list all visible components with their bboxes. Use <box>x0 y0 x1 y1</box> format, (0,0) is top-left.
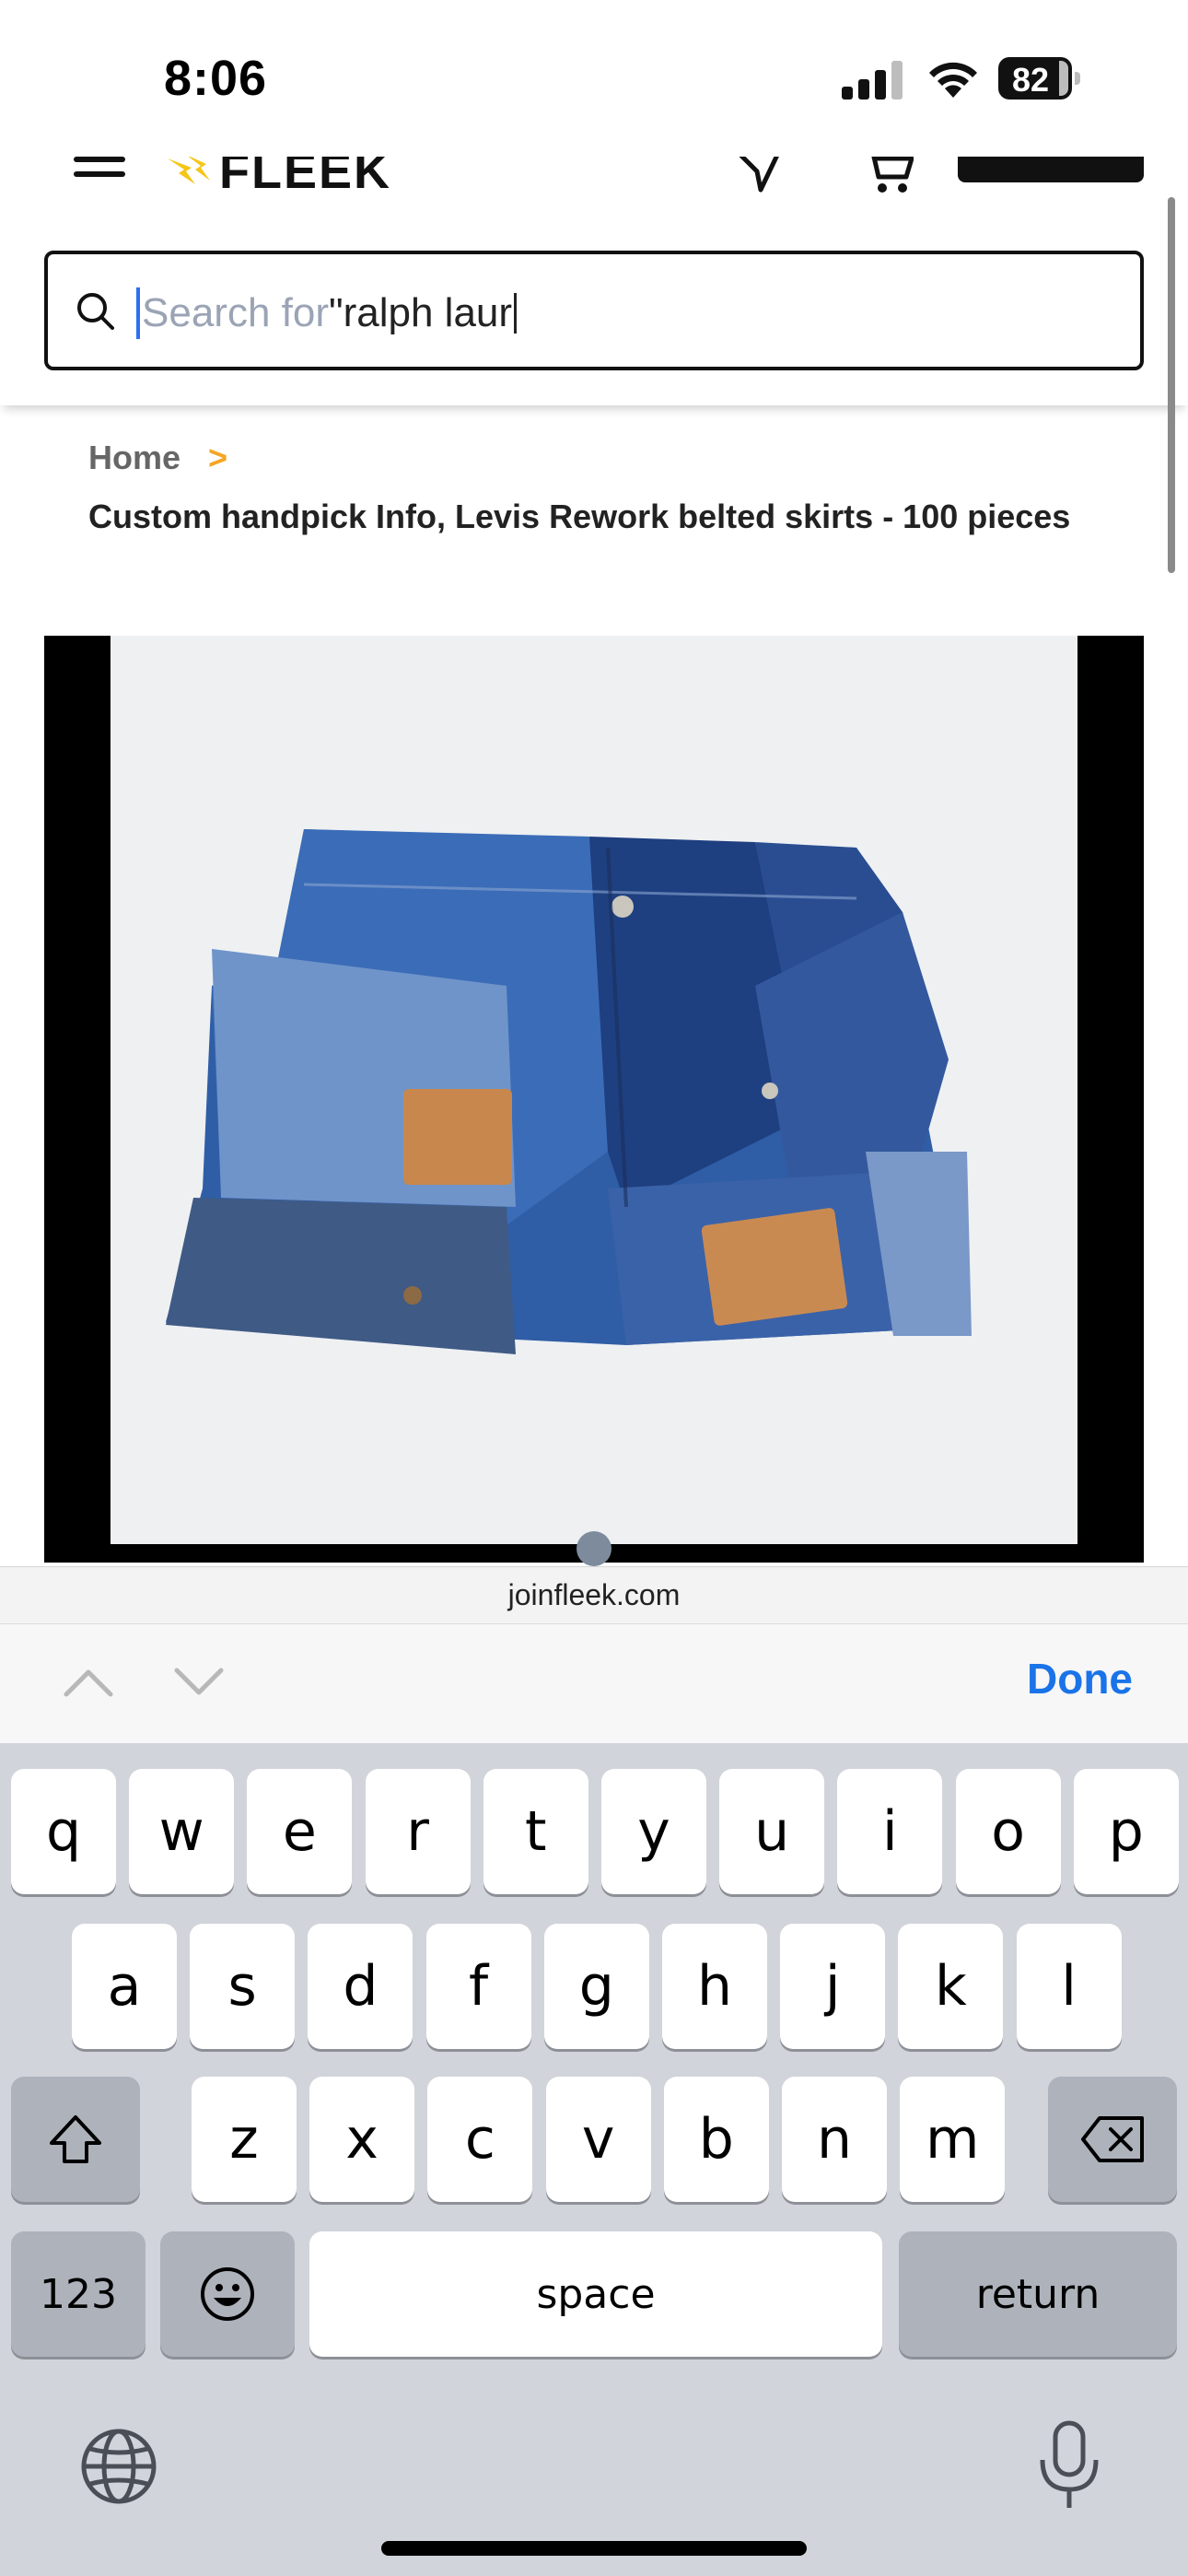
key-b[interactable]: b <box>663 2077 769 2202</box>
search-section: Search for "ralph laur <box>0 212 1188 405</box>
search-text[interactable]: Search for "ralph laur <box>136 286 518 341</box>
key-k[interactable]: k <box>898 1924 1004 2049</box>
key-j[interactable]: j <box>780 1924 886 2049</box>
done-button[interactable]: Done <box>1027 1654 1133 1704</box>
key-s[interactable]: s <box>190 1924 296 2049</box>
globe-icon[interactable] <box>77 2425 160 2508</box>
microphone-icon[interactable] <box>1035 2419 1103 2512</box>
text-cursor <box>136 287 140 339</box>
page-scrollbar[interactable] <box>1168 197 1175 573</box>
breadcrumb-home[interactable]: Home <box>88 439 181 477</box>
fleek-logo[interactable]: FLEEK <box>164 157 391 199</box>
key-m[interactable]: m <box>900 2077 1006 2202</box>
status-bar: 8:06 82 <box>0 0 1188 157</box>
delete-key[interactable] <box>1048 2077 1177 2202</box>
carousel-scrubber[interactable] <box>577 1531 611 1566</box>
search-typed-text: "ralph laur <box>328 290 513 335</box>
key-o[interactable]: o <box>955 1769 1061 1894</box>
keyboard-accessory-bar: Done <box>0 1623 1188 1743</box>
search-icon <box>77 293 114 330</box>
emoji-icon <box>201 2267 254 2321</box>
site-header: FLEEK Login <box>0 157 1188 212</box>
home-indicator[interactable] <box>381 2541 807 2556</box>
search-placeholder: Search for <box>142 290 329 335</box>
logo-text: FLEEK <box>219 157 392 199</box>
previous-field-icon[interactable] <box>61 1661 116 1702</box>
login-button[interactable]: Login <box>958 157 1144 182</box>
menu-icon[interactable] <box>74 157 125 184</box>
key-n[interactable]: n <box>782 2077 887 2202</box>
key-q[interactable]: q <box>11 1769 116 1894</box>
key-r[interactable]: r <box>365 1769 471 1894</box>
return-key[interactable]: return <box>899 2231 1177 2357</box>
key-v[interactable]: v <box>545 2077 651 2202</box>
shift-icon <box>50 2115 101 2163</box>
key-c[interactable]: c <box>427 2077 533 2202</box>
breadcrumb: Home > <box>88 439 227 477</box>
key-e[interactable]: e <box>247 1769 353 1894</box>
typed-cursor <box>514 293 518 334</box>
key-d[interactable]: d <box>308 1924 413 2049</box>
lightning-bolt-icon <box>168 157 210 184</box>
search-input[interactable]: Search for "ralph laur <box>44 251 1144 370</box>
key-g[interactable]: g <box>543 1924 649 2049</box>
product-image <box>111 636 1077 1544</box>
emoji-key[interactable] <box>160 2231 295 2357</box>
space-key[interactable]: space <box>309 2231 882 2357</box>
product-title: Custom handpick Info, Levis Rework belte… <box>88 498 1071 535</box>
next-field-icon[interactable] <box>171 1661 227 1702</box>
wifi-icon <box>929 62 977 98</box>
send-icon[interactable] <box>737 157 783 193</box>
key-y[interactable]: y <box>601 1769 706 1894</box>
key-f[interactable]: f <box>425 1924 531 2049</box>
keyboard: qwertyuiop asdfghjkl zxcvbnm 123 space r… <box>0 1743 1188 2576</box>
key-i[interactable]: i <box>837 1769 943 1894</box>
battery-icon: 82 <box>998 57 1081 100</box>
key-w[interactable]: w <box>129 1769 235 1894</box>
key-z[interactable]: z <box>192 2077 297 2202</box>
product-image-carousel[interactable] <box>44 636 1144 1563</box>
breadcrumb-separator: > <box>208 439 228 476</box>
numbers-key[interactable]: 123 <box>11 2231 146 2357</box>
cellular-signal-icon <box>842 61 906 100</box>
shift-key[interactable] <box>11 2077 140 2202</box>
battery-level: 82 <box>1011 61 1050 99</box>
key-p[interactable]: p <box>1073 1769 1179 1894</box>
key-u[interactable]: u <box>719 1769 825 1894</box>
key-a[interactable]: a <box>72 1924 177 2049</box>
key-x[interactable]: x <box>309 2077 415 2202</box>
cart-icon[interactable] <box>862 157 914 195</box>
status-time: 8:06 <box>164 51 268 106</box>
key-t[interactable]: t <box>483 1769 588 1894</box>
key-l[interactable]: l <box>1016 1924 1122 2049</box>
key-h[interactable]: h <box>662 1924 767 2049</box>
delete-icon <box>1081 2116 1144 2162</box>
browser-url-bar[interactable]: joinfleek.com <box>0 1566 1188 1623</box>
